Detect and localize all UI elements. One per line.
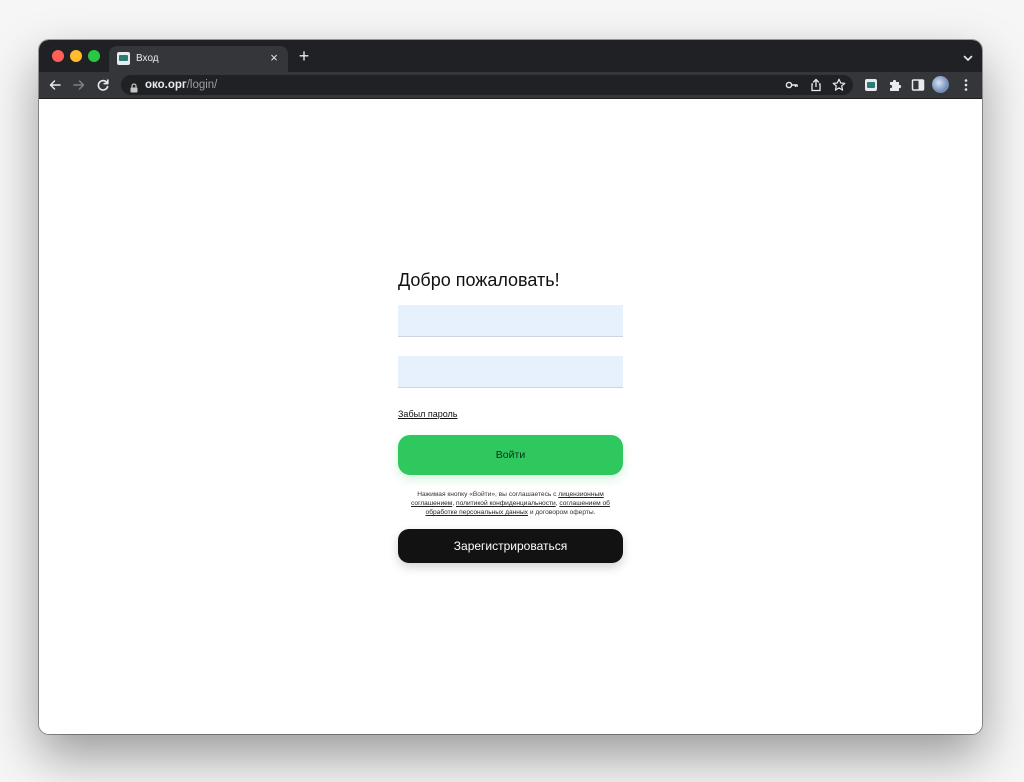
lock-icon[interactable] (130, 80, 138, 93)
tab-search-chevron-icon[interactable] (962, 51, 974, 63)
share-icon[interactable] (809, 78, 823, 92)
privacy-policy-link[interactable]: политикой конфиденциальности (456, 500, 556, 507)
extension-app-icon[interactable] (863, 77, 879, 93)
tab-close-icon[interactable]: × (267, 51, 281, 65)
menu-kebab-icon[interactable] (958, 77, 974, 93)
browser-toolbar: око.орг/login/ (39, 72, 982, 99)
tab-login[interactable]: Вход × (109, 46, 288, 72)
forgot-password-link[interactable]: Забыл пароль (398, 408, 457, 420)
tab-strip: Вход × + (39, 40, 982, 72)
forward-button[interactable] (71, 77, 87, 93)
minimize-window-button[interactable] (70, 50, 82, 62)
reload-button[interactable] (95, 77, 111, 93)
close-window-button[interactable] (52, 50, 64, 62)
terms-text: Нажимая кнопку «Войти», вы соглашаетесь … (411, 491, 610, 516)
profile-avatar[interactable] (932, 76, 949, 93)
page-content: Добро пожаловать! Забыл пароль Войти Наж… (39, 99, 982, 734)
bookmark-star-icon[interactable] (832, 78, 846, 92)
side-panel-icon[interactable] (910, 77, 926, 93)
password-field[interactable] (398, 356, 623, 388)
back-button[interactable] (47, 77, 63, 93)
key-icon[interactable] (785, 78, 799, 92)
maximize-window-button[interactable] (88, 50, 100, 62)
site-favicon-icon (117, 52, 130, 65)
new-tab-button[interactable]: + (296, 47, 312, 65)
address-bar[interactable]: око.орг/login/ (121, 75, 853, 95)
login-button[interactable]: Войти (398, 435, 623, 475)
register-button[interactable]: Зарегистрироваться (398, 529, 623, 563)
login-field[interactable] (398, 305, 623, 337)
tab-title: Вход (136, 53, 159, 64)
extensions-puzzle-icon[interactable] (887, 77, 903, 93)
page-title: Добро пожаловать! (398, 270, 560, 290)
browser-window: Вход × + око.орг/login/ Добро пожаловать… (39, 40, 982, 734)
url-text: око.орг/login/ (145, 79, 218, 91)
